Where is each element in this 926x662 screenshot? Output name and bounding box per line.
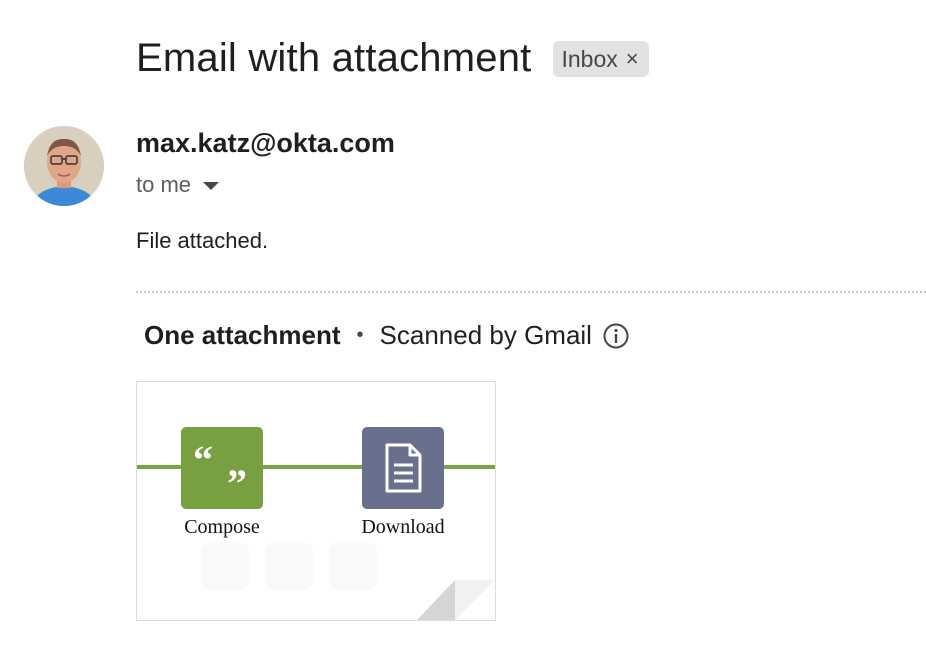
- download-node: [362, 427, 444, 509]
- attachment-count: One attachment: [144, 320, 341, 350]
- remove-label-icon[interactable]: ×: [626, 46, 639, 72]
- download-attachment-button[interactable]: [201, 542, 249, 590]
- attachments-header: One attachment • Scanned by Gmail: [144, 320, 630, 351]
- download-label: Download: [361, 516, 445, 538]
- label-chip-inbox[interactable]: Inbox ×: [553, 41, 649, 77]
- recipient-details-toggle[interactable]: to me: [136, 172, 220, 198]
- chevron-down-icon: [203, 182, 220, 190]
- label-chip-text: Inbox: [561, 45, 618, 72]
- svg-text:“: “: [193, 437, 213, 482]
- email-subject: Email with attachment: [136, 36, 532, 80]
- email-body: File attached.: [136, 228, 269, 253]
- svg-text:”: ”: [227, 461, 247, 506]
- sender-avatar[interactable]: [24, 126, 104, 206]
- attachment-preview-card[interactable]: “ ” Compose Download: [136, 381, 496, 621]
- divider: [136, 291, 926, 293]
- email-view: Email with attachment Inbox × max.katz@o…: [0, 0, 926, 662]
- info-icon[interactable]: [602, 322, 630, 350]
- edit-attachment-button[interactable]: [329, 542, 377, 590]
- document-icon: [385, 443, 422, 493]
- add-to-drive-button[interactable]: [265, 542, 313, 590]
- compose-label: Compose: [184, 516, 260, 538]
- page-curl-icon: [417, 580, 495, 620]
- compose-node: “ ”: [181, 427, 263, 509]
- sender-email[interactable]: max.katz@okta.com: [136, 128, 395, 159]
- quote-icon: “ ”: [193, 437, 247, 506]
- subject-row: Email with attachment Inbox ×: [136, 32, 649, 84]
- recipient-label: to me: [136, 172, 192, 197]
- scan-status: Scanned by Gmail: [379, 320, 592, 350]
- separator-dot: •: [356, 324, 364, 346]
